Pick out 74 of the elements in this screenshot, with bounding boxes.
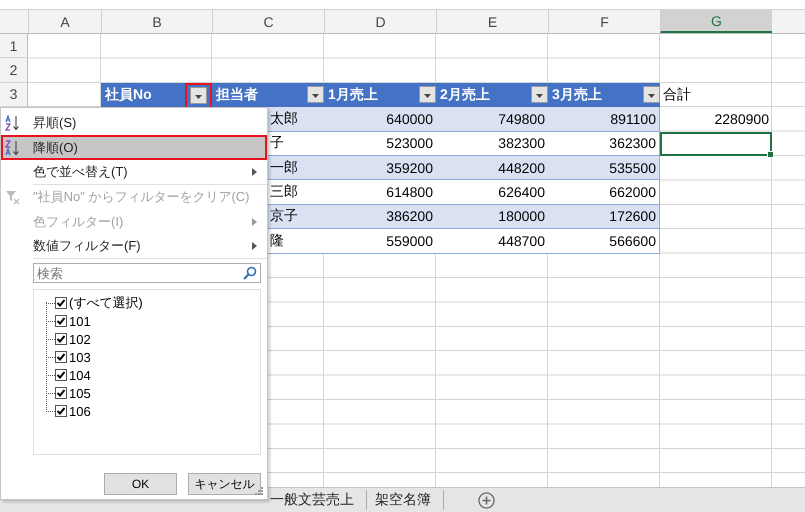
table-cell: 891100 xyxy=(548,107,660,132)
table-cell: 559000 xyxy=(324,229,436,254)
table-cell: 172600 xyxy=(548,204,660,230)
table-cell: 523000 xyxy=(324,132,436,156)
table-cell: 749800 xyxy=(436,107,548,132)
row-header[interactable]: 3 xyxy=(0,82,28,108)
checkbox[interactable] xyxy=(55,369,67,382)
header-label: 2月売上 xyxy=(439,86,490,104)
table-cell: 535500 xyxy=(548,156,660,180)
cell-text: 2280900 xyxy=(714,111,769,128)
caret-icon xyxy=(648,94,655,98)
table-cell: 566600 xyxy=(548,229,660,254)
checkbox[interactable] xyxy=(55,387,67,400)
caret-icon xyxy=(424,94,431,98)
sort-descending-icon xyxy=(5,140,21,156)
row-header[interactable]: 1 xyxy=(0,34,28,58)
sheet-tab[interactable]: 一般文芸売上 xyxy=(262,489,366,511)
column-header[interactable]: B xyxy=(101,10,212,33)
checkbox[interactable] xyxy=(55,333,67,346)
column-header[interactable]: G xyxy=(660,10,772,33)
fill-handle[interactable] xyxy=(767,150,774,158)
header-label: 担当者 xyxy=(215,86,258,104)
header-label: 社員No xyxy=(104,86,152,104)
column-header[interactable]: C xyxy=(212,10,324,33)
checkbox-label[interactable]: 102 xyxy=(69,332,91,347)
submenu-arrow-icon xyxy=(252,242,257,250)
filter-button[interactable] xyxy=(307,86,324,104)
table-cell: 180000 xyxy=(436,204,548,230)
filter-button[interactable] xyxy=(531,86,548,104)
selected-cell[interactable] xyxy=(660,132,772,156)
checkbox-label[interactable]: (すべて選択) xyxy=(69,294,143,312)
search-field[interactable]: 検索 xyxy=(33,263,261,284)
checkbox[interactable] xyxy=(55,315,67,328)
table-cell: 362300 xyxy=(548,132,660,156)
clear-filter-icon xyxy=(5,189,21,206)
resize-grip-icon[interactable] xyxy=(255,487,264,496)
column-header[interactable]: D xyxy=(324,10,436,33)
filter-button[interactable] xyxy=(643,86,660,104)
checkbox[interactable] xyxy=(55,297,67,310)
header-label: 1月売上 xyxy=(327,86,378,104)
table-cell: 448200 xyxy=(436,156,548,180)
submenu-arrow-icon xyxy=(252,218,257,226)
add-sheet-icon[interactable] xyxy=(478,492,495,508)
checkbox-label[interactable]: 103 xyxy=(69,350,91,365)
checkbox-label[interactable]: 101 xyxy=(69,314,91,329)
column-header[interactable]: E xyxy=(436,10,548,33)
table-cell: 626400 xyxy=(436,180,548,205)
checkbox-label[interactable]: 105 xyxy=(69,386,91,401)
checkbox[interactable] xyxy=(55,351,67,364)
sort-ascending-icon xyxy=(5,115,21,132)
caret-icon xyxy=(536,94,543,98)
menu-item[interactable]: 降順(O) xyxy=(1,135,267,160)
header-label: 3月売上 xyxy=(551,86,602,104)
column-header[interactable]: A xyxy=(28,10,101,33)
table-cell: 359200 xyxy=(324,156,436,180)
submenu-arrow-icon xyxy=(252,168,257,176)
table-cell: 614800 xyxy=(324,180,436,205)
table-cell: 386200 xyxy=(324,204,436,230)
row-header[interactable]: 2 xyxy=(0,58,28,83)
table-cell: 640000 xyxy=(324,107,436,132)
table-cell: 448700 xyxy=(436,229,548,254)
caret-icon xyxy=(312,94,319,98)
caret-icon xyxy=(195,95,202,100)
ok-button[interactable]: OK xyxy=(104,473,177,496)
checkbox-label[interactable]: 106 xyxy=(69,404,91,419)
table-cell: 662000 xyxy=(548,180,660,205)
search-icon xyxy=(243,266,257,280)
sheet-tab[interactable]: 架空名簿 xyxy=(367,489,443,511)
table-cell: 382300 xyxy=(436,132,548,156)
checkbox[interactable] xyxy=(55,405,67,418)
cell-text: 合計 xyxy=(663,86,691,104)
filter-button[interactable] xyxy=(419,86,436,104)
cancel-button[interactable]: キャンセル xyxy=(188,473,261,496)
checkbox-label[interactable]: 104 xyxy=(69,368,91,383)
